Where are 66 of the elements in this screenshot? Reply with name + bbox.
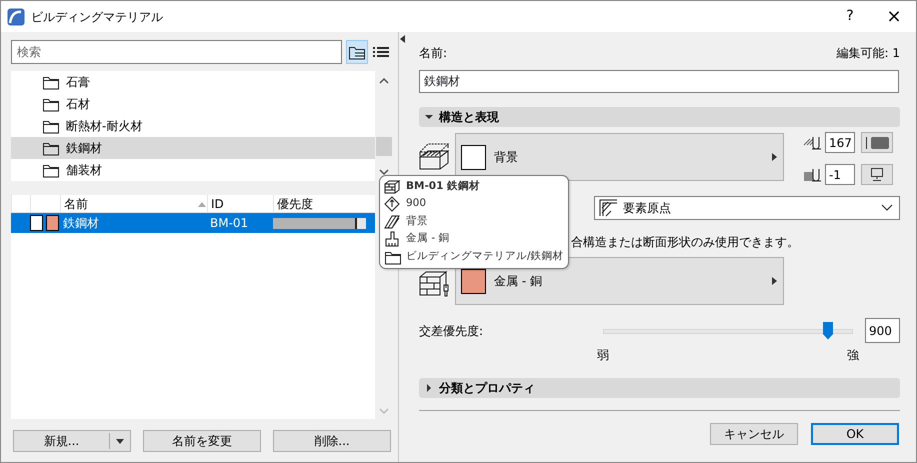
tooltip-text: 金属 - 銅 xyxy=(406,231,450,246)
search-field[interactable]: 検索 xyxy=(11,40,342,64)
folder-icon xyxy=(42,118,60,134)
origin-icon xyxy=(599,199,619,217)
tooltip-text: 900 xyxy=(406,196,426,212)
chevron-down-icon xyxy=(881,204,893,212)
scrollbar-thumb[interactable] xyxy=(376,137,392,156)
help-button[interactable]: ? xyxy=(828,1,872,32)
tooltip-text: 背景 xyxy=(406,214,428,229)
cancel-button[interactable]: キャンセル xyxy=(710,423,798,445)
action-button[interactable]: 削除... xyxy=(273,430,391,452)
hatch-icon xyxy=(384,214,402,230)
editable-count: 編集可能: 1 xyxy=(836,45,900,62)
ok-button[interactable]: OK xyxy=(811,423,899,445)
tooltip-title: BM-01 鉄鋼材 xyxy=(406,178,480,194)
folder-icon xyxy=(42,162,60,178)
name-label: 名前: xyxy=(419,45,448,62)
folder-item[interactable]: 石材 xyxy=(11,93,375,115)
section-header[interactable]: 構造と表現 xyxy=(419,107,900,127)
expand-icon xyxy=(425,384,433,392)
folder-icon xyxy=(42,96,60,112)
folder-list-icon xyxy=(348,44,366,60)
priority-field[interactable]: 900 xyxy=(865,318,900,343)
monitor-icon xyxy=(871,168,883,181)
display-button[interactable] xyxy=(861,164,893,185)
app-logo-icon xyxy=(7,8,25,26)
hatch-pen-icon xyxy=(803,134,822,150)
id-cell-text: BM-01 xyxy=(209,216,248,230)
close-button[interactable]: × xyxy=(872,1,916,32)
material-icon xyxy=(384,178,402,195)
chevron-right-icon xyxy=(772,153,777,161)
collapse-icon xyxy=(425,113,433,121)
folder-item[interactable]: 断熱材-耐火材 xyxy=(11,115,375,137)
folder-item[interactable]: 鉄鋼材 xyxy=(11,137,375,159)
sort-up-icon xyxy=(197,200,207,208)
folder-item[interactable]: 石膏 xyxy=(11,71,375,93)
priority-icon xyxy=(384,196,402,212)
list-icon xyxy=(372,44,390,60)
pen-weight-button[interactable] xyxy=(861,132,893,153)
pen-number-field[interactable]: -1 xyxy=(825,164,855,185)
folder-icon xyxy=(42,74,60,90)
folder-item[interactable]: 舗装材 xyxy=(11,159,375,181)
name-cell-text: 鉄鋼材 xyxy=(62,215,100,232)
fill-pen-icon xyxy=(803,166,822,182)
window-title: ビルディングマテリアル xyxy=(31,8,163,26)
folder-icon xyxy=(42,140,60,156)
action-button[interactable]: 名前を変更 xyxy=(143,430,261,452)
max-label: 強 xyxy=(847,347,859,364)
cut-fill-icon xyxy=(419,143,449,170)
new-split-button[interactable]: 新規... xyxy=(13,430,131,452)
priority-slider[interactable] xyxy=(603,322,853,340)
line-weight-icon xyxy=(865,136,889,150)
collapse-panel-icon[interactable] xyxy=(400,35,405,43)
priority-label: 交差優先度: xyxy=(419,322,484,340)
name-field[interactable]: 鉄鋼材 xyxy=(419,70,899,93)
fill-swatch xyxy=(30,215,43,231)
chevron-right-icon xyxy=(772,277,777,285)
note-text: 合構造または断面形状のみ使用できます。 xyxy=(571,235,799,249)
slider-thumb[interactable] xyxy=(823,322,833,340)
tree-view-button[interactable] xyxy=(346,40,368,64)
min-label: 弱 xyxy=(597,347,609,364)
table-row[interactable]: 鉄鋼材 BM-01 xyxy=(11,213,375,233)
pen-number-field[interactable]: 167 xyxy=(825,132,855,153)
origin-dropdown[interactable]: 要素原点 xyxy=(594,196,900,220)
section-header[interactable]: 分類とプロパティ xyxy=(419,378,900,398)
cut-fill-button[interactable]: 背景 xyxy=(455,133,784,181)
